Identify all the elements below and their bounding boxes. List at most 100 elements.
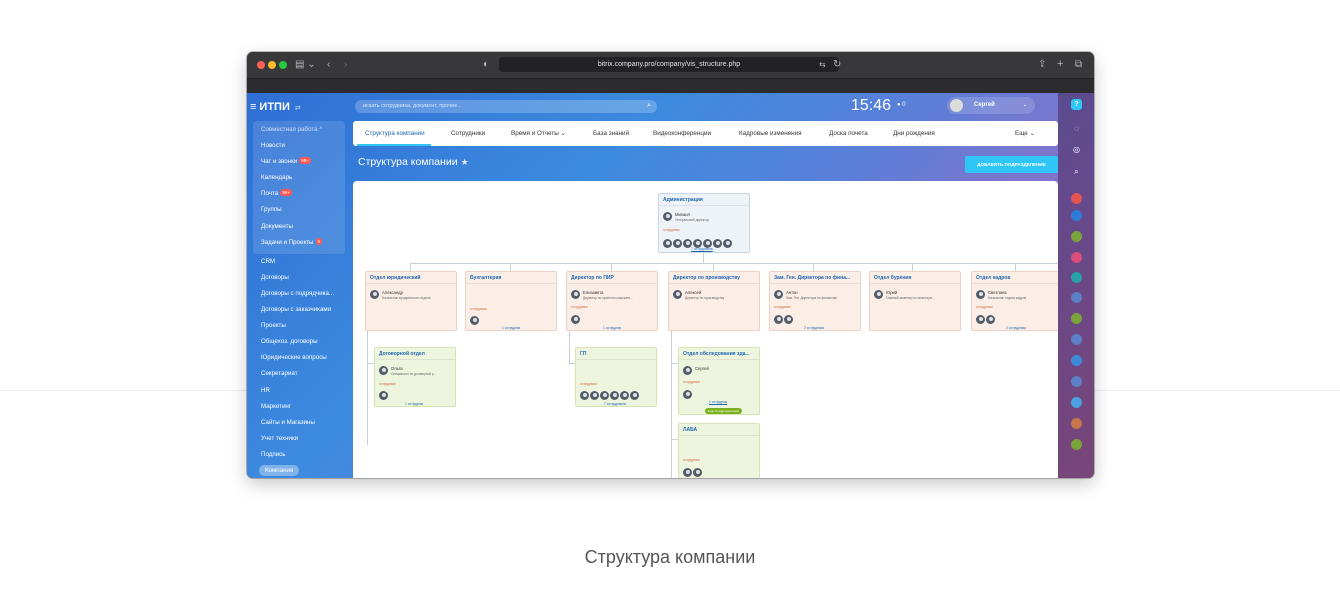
head-avatar[interactable]: [874, 290, 883, 299]
sidebar-item[interactable]: Задачи и Проекты 6: [253, 235, 345, 251]
contact-avatar[interactable]: [1071, 334, 1082, 345]
employees-link[interactable]: 2 сотрудника: [804, 326, 824, 330]
sidebar-toggle-icon[interactable]: ▤ ⌄: [295, 58, 316, 72]
employees-link[interactable]: 1 сотрудник: [502, 326, 520, 330]
employee-avatar[interactable]: [976, 315, 985, 324]
notification-counter[interactable]: ● 0: [897, 102, 906, 108]
head-avatar[interactable]: [683, 366, 692, 375]
head-name[interactable]: Елизавета: [583, 290, 603, 295]
sidebar-item[interactable]: HR: [253, 383, 345, 399]
employee-avatar[interactable]: [663, 239, 672, 248]
sidebar-item[interactable]: Документы: [253, 219, 345, 235]
star-icon[interactable]: ★: [461, 157, 469, 167]
back-icon[interactable]: ‹: [327, 58, 330, 72]
nav-tab[interactable]: Доска почета: [829, 121, 868, 146]
sidebar-item[interactable]: Маркетинг: [253, 399, 345, 415]
employees-link[interactable]: 1 сотрудник: [709, 400, 727, 404]
contact-avatar[interactable]: [1071, 210, 1082, 221]
search-bar[interactable]: искать сотрудника, документ, прочее... ⌕: [355, 100, 657, 113]
minimize-window-button[interactable]: [268, 61, 276, 69]
nav-tab[interactable]: База знаний: [593, 121, 629, 146]
head-name[interactable]: Юрий: [886, 290, 897, 295]
sidebar-item[interactable]: Общехоз. договоры: [253, 334, 345, 350]
sidebar-item[interactable]: Чат и звонки 99+: [253, 154, 345, 170]
head-avatar[interactable]: [673, 290, 682, 299]
contact-avatar[interactable]: [1071, 252, 1082, 263]
head-avatar[interactable]: [976, 290, 985, 299]
nav-tab[interactable]: Сотрудники: [451, 121, 485, 146]
employee-avatar[interactable]: [713, 239, 722, 248]
sidebar-item[interactable]: Проекты: [253, 318, 345, 334]
employee-avatar[interactable]: [470, 316, 479, 325]
head-avatar[interactable]: [774, 290, 783, 299]
help-icon[interactable]: ?: [1071, 99, 1082, 110]
employee-avatar[interactable]: [986, 315, 995, 324]
close-window-button[interactable]: [257, 61, 265, 69]
head-name[interactable]: Ольга: [391, 366, 403, 371]
sidebar-item[interactable]: Группы: [253, 202, 345, 218]
contact-avatar[interactable]: [1071, 193, 1082, 204]
employee-avatar[interactable]: [610, 391, 619, 400]
contact-avatar[interactable]: [1071, 418, 1082, 429]
head-name[interactable]: Михаил: [675, 212, 690, 217]
department-title[interactable]: Отдел кадров: [972, 272, 1058, 284]
app-logo[interactable]: ≡ ИТПИ ⇄: [250, 101, 301, 113]
department-card[interactable]: Отдел юридический Александр Начальник юрид…: [365, 271, 457, 331]
contact-avatar[interactable]: [1071, 292, 1082, 303]
notifications-icon[interactable]: ◌: [1071, 124, 1082, 133]
nav-tab[interactable]: Время и Отчеты ⌄: [511, 121, 566, 146]
head-name[interactable]: Светлана: [988, 290, 1007, 295]
share-icon[interactable]: ⇪: [1038, 58, 1046, 72]
sidebar-item[interactable]: Договоры с заказчиками: [253, 302, 345, 318]
subdepartment-card[interactable]: Договорной отдел Ольга Специалист по догов…: [374, 347, 456, 407]
department-title[interactable]: ЛАБА: [679, 424, 759, 436]
sidebar-item[interactable]: CRM: [253, 254, 345, 270]
sidebar-item[interactable]: Учет техники: [253, 431, 345, 447]
contact-avatar[interactable]: [1071, 355, 1082, 366]
employee-avatar[interactable]: [683, 468, 692, 477]
subdepartment-card[interactable]: ГП сотрудники 7 сотрудников: [575, 347, 657, 407]
employees-link[interactable]: 2 сотрудника: [1006, 326, 1026, 330]
contact-avatar[interactable]: [1071, 272, 1082, 283]
translate-icon[interactable]: ⇆: [819, 58, 826, 72]
employee-avatar[interactable]: [693, 468, 702, 477]
employee-avatar[interactable]: [774, 315, 783, 324]
department-title[interactable]: Директор по производству: [669, 272, 759, 284]
department-card[interactable]: Директор по ПИР Елизавета Директор по прое…: [566, 271, 658, 331]
contact-avatar[interactable]: [1071, 313, 1082, 324]
employee-avatar[interactable]: [683, 390, 692, 399]
department-title[interactable]: Зам. Ген. Директора по фина...: [770, 272, 860, 284]
admin-card[interactable]: Администрация Михаил Генеральный директор с…: [658, 193, 750, 253]
employees-link[interactable]: 7 сотрудников: [604, 402, 626, 406]
sidebar-item[interactable]: Юридические вопросы: [253, 350, 345, 366]
employees-link[interactable]: 7 сотрудников: [691, 247, 713, 251]
clock[interactable]: 15:46: [851, 97, 891, 115]
sidebar-item[interactable]: Договоры с подрядчика...: [253, 286, 345, 302]
sidebar-item[interactable]: Календарь: [253, 170, 345, 186]
sidebar-item[interactable]: Совместная работа ^: [253, 122, 345, 138]
employee-avatar[interactable]: [784, 315, 793, 324]
user-menu[interactable]: Сергей ⌄: [947, 97, 1035, 114]
employee-avatar[interactable]: [723, 239, 732, 248]
department-card[interactable]: Зам. Ген. Директора по фина... Антон Зам. …: [769, 271, 861, 331]
address-bar[interactable]: bitrix.company.pro/company/vis_structure…: [499, 57, 839, 72]
employee-avatar[interactable]: [590, 391, 599, 400]
forward-icon[interactable]: ›: [344, 58, 347, 72]
add-department-button[interactable]: ДОБАВИТЬ ПОДРАЗДЕЛЕНИЕ: [965, 156, 1058, 173]
nav-tab[interactable]: Видеоконференции: [653, 121, 711, 146]
employee-avatar[interactable]: [620, 391, 629, 400]
department-title[interactable]: Директор по ПИР: [567, 272, 657, 284]
reload-icon[interactable]: ↻: [833, 58, 841, 72]
nav-tab[interactable]: Еще ⌄: [1015, 121, 1035, 146]
department-card[interactable]: Отдел кадров Светлана Начальник отдела кад…: [971, 271, 1058, 331]
head-name[interactable]: Антон: [786, 290, 798, 295]
sidebar-item[interactable]: Почта 99+: [253, 186, 345, 202]
department-title[interactable]: Бухгалтерия: [466, 272, 556, 284]
sidebar-item[interactable]: Секретариат: [253, 366, 345, 382]
contact-avatar[interactable]: [1071, 231, 1082, 242]
swap-icon[interactable]: ⇄: [295, 105, 301, 112]
department-title[interactable]: Договорной отдел: [375, 348, 455, 360]
employee-avatar[interactable]: [600, 391, 609, 400]
subdepartment-card[interactable]: ЛАБА сотрудники: [678, 423, 760, 478]
sidebar-item[interactable]: Компания: [253, 463, 345, 478]
